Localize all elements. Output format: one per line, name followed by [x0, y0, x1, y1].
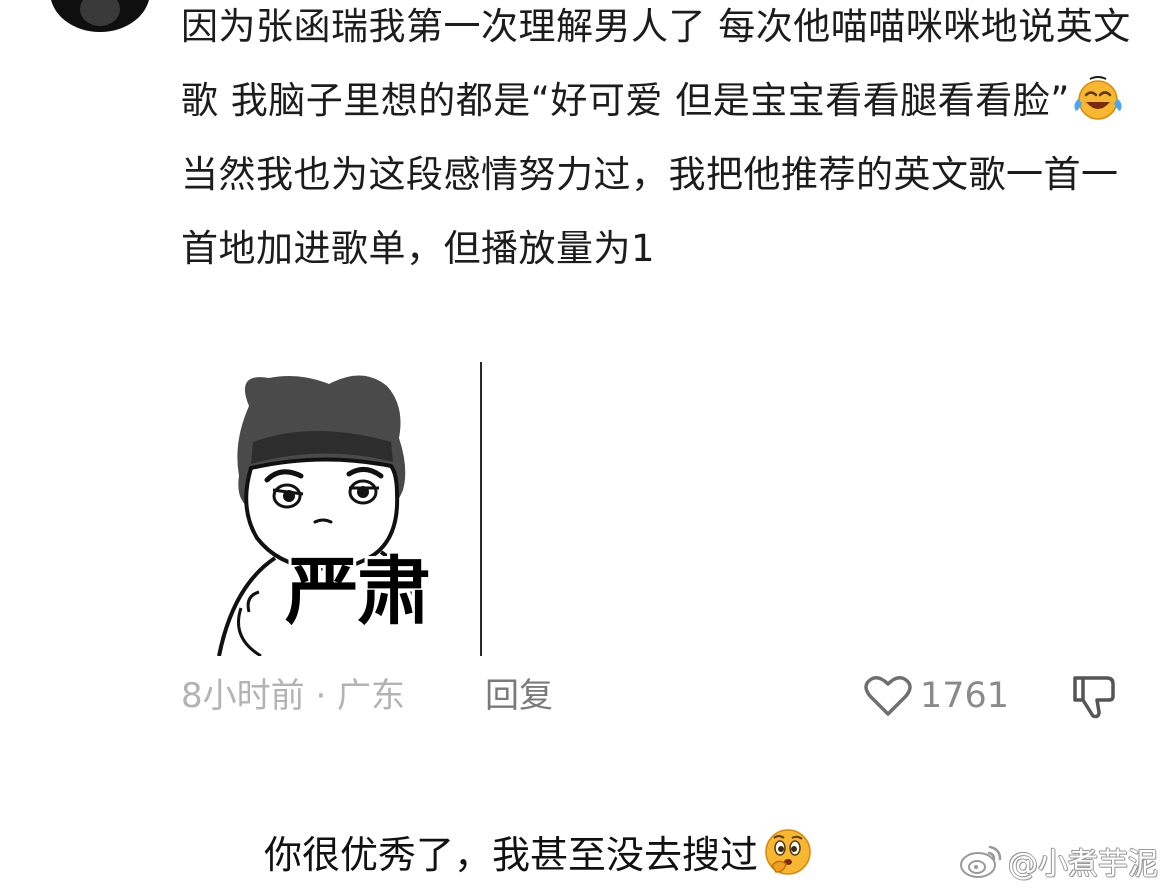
sticker-caption: 严肃 — [284, 549, 432, 635]
reply-button[interactable]: 回复 — [485, 670, 553, 722]
thinking-face-icon — [762, 826, 814, 878]
like-button[interactable]: 1761 — [864, 670, 1009, 722]
bottom-caption-text: 你很优秀了，我甚至没去搜过 — [264, 833, 759, 877]
comment-timestamp-location: 8小时前 · 广东 — [181, 676, 406, 716]
dislike-button[interactable] — [1071, 672, 1117, 720]
face-with-tears-of-joy-icon — [1072, 72, 1124, 120]
avatar[interactable] — [50, 0, 150, 32]
avatar-image — [80, 0, 120, 26]
bottom-caption: 你很优秀了，我甚至没去搜过 — [264, 826, 814, 883]
like-count: 1761 — [920, 676, 1010, 716]
thumbs-down-icon — [1073, 676, 1115, 719]
comment-text-part1: 因为张函瑞我第一次理解男人了 每次他喵喵咪咪地说英文歌 我脑子里想的都是“好可爱… — [181, 5, 1131, 122]
weibo-logo — [960, 845, 1002, 878]
watermark-text: @小煮芋泥 — [1008, 847, 1158, 882]
watermark: @小煮芋泥 — [958, 838, 1158, 884]
comment-meta-row: 8小时前 · 广东 回复 1761 — [181, 670, 1141, 722]
sticker-image[interactable]: 严肃 — [181, 362, 482, 656]
heart-icon — [864, 676, 912, 716]
comment-text-part2: 当然我也为这段感情努力过，我把他推荐的英文歌一首一首地加进歌单，但播放量为1 — [181, 153, 1119, 270]
comment-text: 因为张函瑞我第一次理解男人了 每次他喵喵咪咪地说英文歌 我脑子里想的都是“好可爱… — [181, 0, 1131, 286]
